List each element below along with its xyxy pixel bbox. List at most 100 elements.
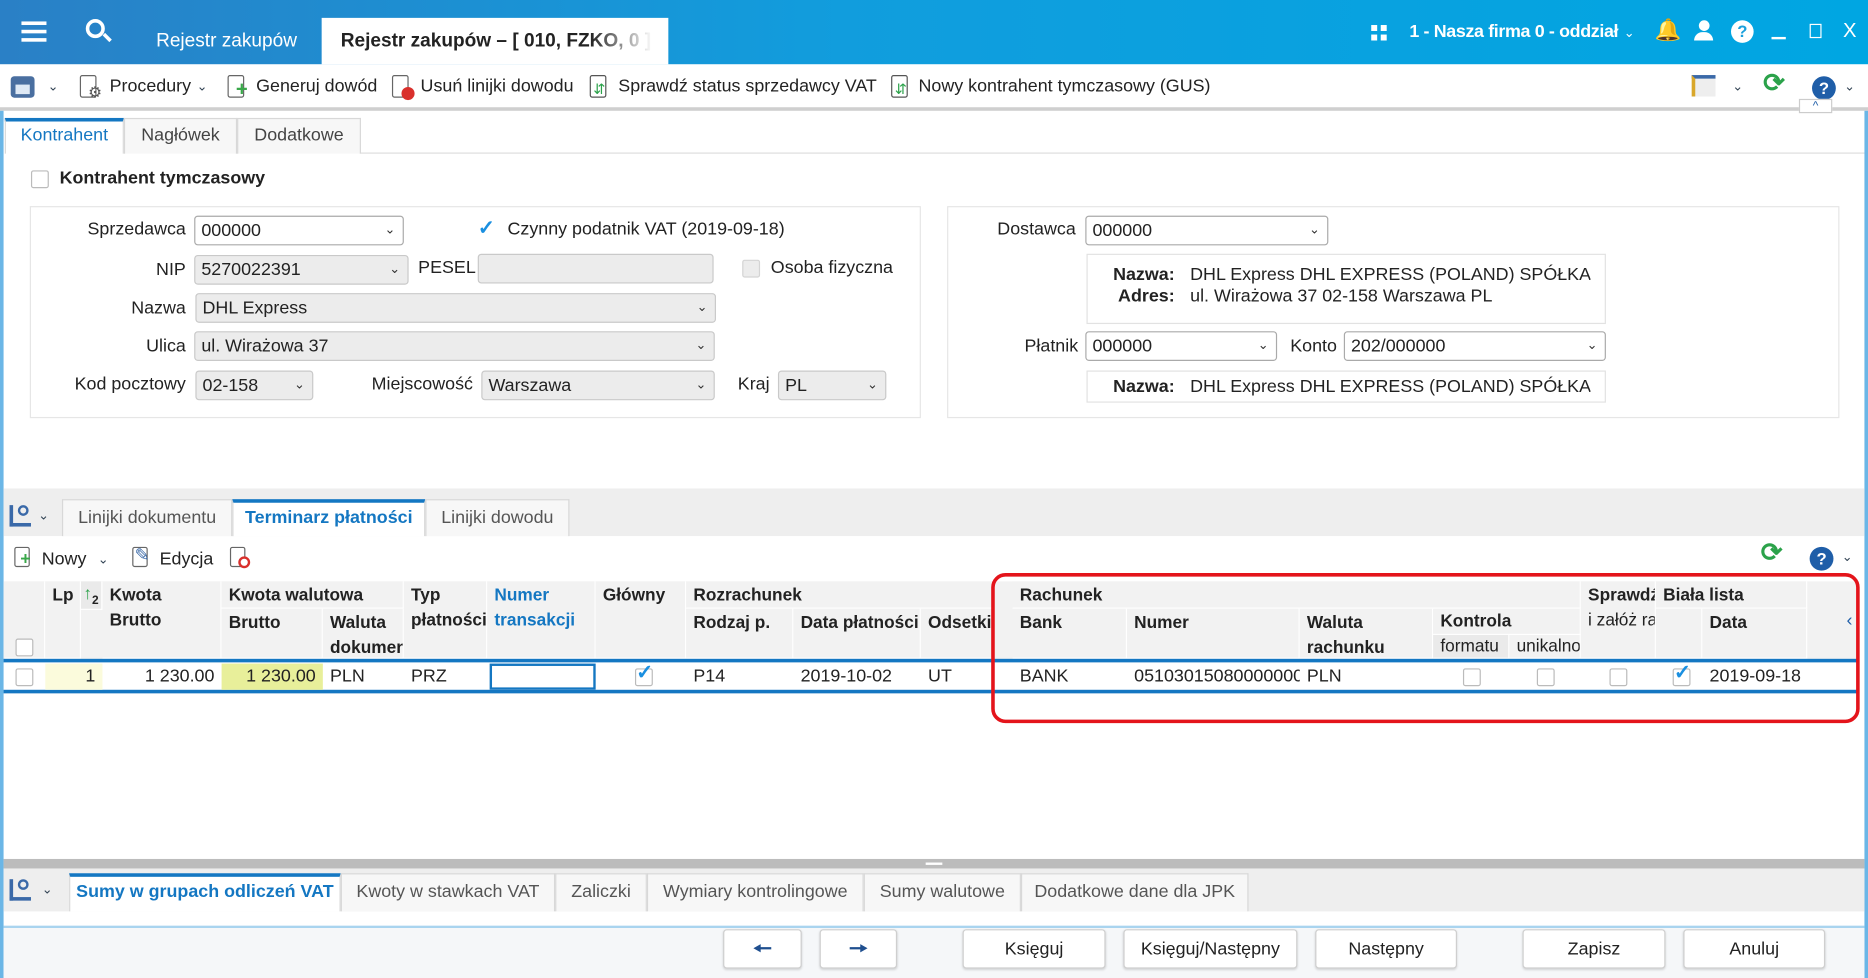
save-button[interactable]: Zapisz xyxy=(1522,929,1666,969)
header-transaction-number[interactable]: Numer transakcji xyxy=(487,581,596,659)
transaction-number-input[interactable] xyxy=(489,663,596,690)
settings-warning-icon[interactable] xyxy=(1691,75,1716,97)
post-button[interactable]: Księguj xyxy=(962,929,1106,969)
edit-button[interactable]: Edycja xyxy=(160,549,214,570)
sort-ascending-icon[interactable]: ↑2 xyxy=(81,581,103,610)
view-options-chevron-icon[interactable]: ⌄ xyxy=(38,509,49,523)
supplier-label: Dostawca xyxy=(997,219,1076,240)
help-icon[interactable]: ? xyxy=(1809,546,1834,571)
header-amount-gross[interactable]: Kwota Brutto xyxy=(102,581,222,659)
cell-currency: PLN xyxy=(329,665,365,687)
chevron-down-icon: ⌄ xyxy=(867,377,879,392)
procedures-button[interactable]: Procedury xyxy=(110,76,191,97)
tab-advances[interactable]: Zaliczki xyxy=(555,873,647,912)
header-settlement-kind[interactable]: Rodzaj p. xyxy=(686,608,794,659)
chevron-down-icon: ⌄ xyxy=(389,262,401,277)
header-interest[interactable]: Odsetki xyxy=(920,608,994,659)
bell-icon[interactable]: 🔔 xyxy=(1655,19,1682,40)
city-select[interactable]: Warszawa ⌄ xyxy=(481,370,715,401)
supplier-select[interactable]: 000000 ⌄ xyxy=(1085,215,1329,246)
supplier-address-value: ul. Wirażowa 37 02-158 Warszawa PL xyxy=(1190,285,1493,307)
close-button[interactable]: X xyxy=(1843,20,1857,41)
account-select[interactable]: 202/000000 ⌄ xyxy=(1343,331,1606,361)
cell-type: PRZ xyxy=(411,665,447,687)
name-select[interactable]: DHL Express ⌄ xyxy=(195,293,716,323)
tab-rejestr-zakupow[interactable]: Rejestr zakupów xyxy=(156,31,297,52)
header-payment-date[interactable]: Data płatności xyxy=(793,608,921,659)
natural-person-checkbox[interactable] xyxy=(742,259,761,278)
procedures-chevron-icon[interactable]: ⌄ xyxy=(197,80,208,94)
help-chevron-icon[interactable]: ⌄ xyxy=(1844,80,1855,94)
next-arrow-button[interactable]: 🠖 xyxy=(819,929,898,969)
tab-naglowek[interactable]: Nagłówek xyxy=(123,117,238,154)
new-button[interactable]: Nowy xyxy=(42,549,87,570)
maximize-button[interactable] xyxy=(1809,23,1822,39)
header-fx-gross[interactable]: Brutto xyxy=(221,608,323,659)
row-checkbox[interactable] xyxy=(15,668,34,687)
view-options-icon[interactable] xyxy=(9,879,31,901)
temp-contractor-checkbox[interactable] xyxy=(30,170,49,189)
new-chevron-icon[interactable]: ⌄ xyxy=(98,553,109,567)
next-button[interactable]: Następny xyxy=(1315,929,1457,969)
refresh-icon[interactable]: ⟳ xyxy=(1761,539,1783,565)
nip-select[interactable]: 5270022391 ⌄ xyxy=(194,254,409,285)
menu-icon[interactable] xyxy=(21,21,47,42)
country-value: PL xyxy=(785,375,807,396)
pesel-input[interactable] xyxy=(477,253,714,284)
green-arrows-icon: ⇵ xyxy=(894,81,907,98)
help-icon[interactable]: ? xyxy=(1731,20,1754,43)
select-all-checkbox[interactable] xyxy=(15,638,34,657)
tab-vat-group-sums[interactable]: Sumy w grupach odliczeń VAT xyxy=(69,873,341,912)
payer-label: Płatnik xyxy=(1024,335,1079,357)
post-next-button[interactable]: Księguj/Następny xyxy=(1123,929,1298,969)
tab-jpk-data[interactable]: Dodatkowe dane dla JPK xyxy=(1020,873,1249,912)
postcode-select[interactable]: 02-158 ⌄ xyxy=(195,370,314,401)
city-label: Miejscowość xyxy=(371,374,473,395)
header-type-line1: Typ xyxy=(411,586,441,606)
previous-button[interactable]: 🠔 xyxy=(723,929,802,969)
street-select[interactable]: ul. Wirażowa 37 ⌄ xyxy=(194,331,715,361)
chevron-down-icon[interactable]: ⌄ xyxy=(1624,26,1635,40)
window-left-border xyxy=(0,110,4,978)
delete-lines-button[interactable]: Usuń linijki dowodu xyxy=(421,76,574,97)
tab-payment-schedule[interactable]: Terminarz płatności xyxy=(232,499,426,537)
tab-kontrahent[interactable]: Kontrahent xyxy=(4,117,124,154)
settings-chevron-icon[interactable]: ⌄ xyxy=(1732,80,1743,94)
header-payment-type[interactable]: Typ płatności xyxy=(403,581,488,659)
header-lp[interactable]: Lp xyxy=(45,581,82,659)
header-type-line2: płatności xyxy=(411,611,487,631)
seller-select[interactable]: 000000 ⌄ xyxy=(194,215,404,246)
chevron-down-icon: ⌄ xyxy=(695,377,707,392)
new-contractor-button[interactable]: Nowy kontrahent tymczasowy (GUS) xyxy=(919,76,1211,97)
account-value: 202/000000 xyxy=(1350,335,1446,357)
refresh-icon[interactable]: ⟳ xyxy=(1763,70,1785,96)
minimize-button[interactable] xyxy=(1771,36,1786,39)
tab-dodatkowe[interactable]: Dodatkowe xyxy=(237,117,361,154)
active-vat-checkbox[interactable]: ✓ xyxy=(478,218,497,239)
print-icon[interactable] xyxy=(10,76,35,98)
print-chevron-icon[interactable]: ⌄ xyxy=(48,80,59,94)
main-check-icon: ✓ xyxy=(636,661,654,684)
company-selector[interactable]: 1 - Nasza firma 0 - oddział xyxy=(1409,21,1618,42)
view-options-icon[interactable] xyxy=(9,505,31,527)
tab-currency-sums[interactable]: Sumy walutowe xyxy=(863,873,1021,912)
header-main[interactable]: Główny xyxy=(595,581,687,659)
tab-proof-lines[interactable]: Linijki dowodu xyxy=(425,499,570,537)
splitter[interactable] xyxy=(3,858,1865,869)
cancel-button[interactable]: Anuluj xyxy=(1683,929,1826,969)
help-icon[interactable]: ? xyxy=(1812,76,1836,101)
payer-name-value: DHL Express DHL EXPRESS (POLAND) SPÓŁKA … xyxy=(1190,376,1591,397)
apps-grid-icon[interactable] xyxy=(1371,25,1387,41)
help-chevron-icon[interactable]: ⌄ xyxy=(1842,550,1853,564)
tab-document-lines[interactable]: Linijki dokumentu xyxy=(61,499,233,537)
generate-proof-button[interactable]: Generuj dowód xyxy=(256,76,377,97)
tab-control-dimensions[interactable]: Wymiary kontrolingowe xyxy=(646,873,864,912)
view-options-chevron-icon[interactable]: ⌄ xyxy=(42,883,53,897)
payer-select[interactable]: 000000 ⌄ xyxy=(1085,331,1278,361)
tab-vat-rate-amounts[interactable]: Kwoty w stawkach VAT xyxy=(340,873,556,912)
check-vat-button[interactable]: Sprawdź status sprzedawcy VAT xyxy=(618,76,877,97)
header-fx-currency[interactable]: Waluta dokument xyxy=(322,608,404,659)
country-select[interactable]: PL ⌄ xyxy=(777,370,887,401)
collapse-ribbon-button[interactable]: ^ xyxy=(1798,98,1833,114)
user-icon[interactable] xyxy=(1694,20,1714,41)
